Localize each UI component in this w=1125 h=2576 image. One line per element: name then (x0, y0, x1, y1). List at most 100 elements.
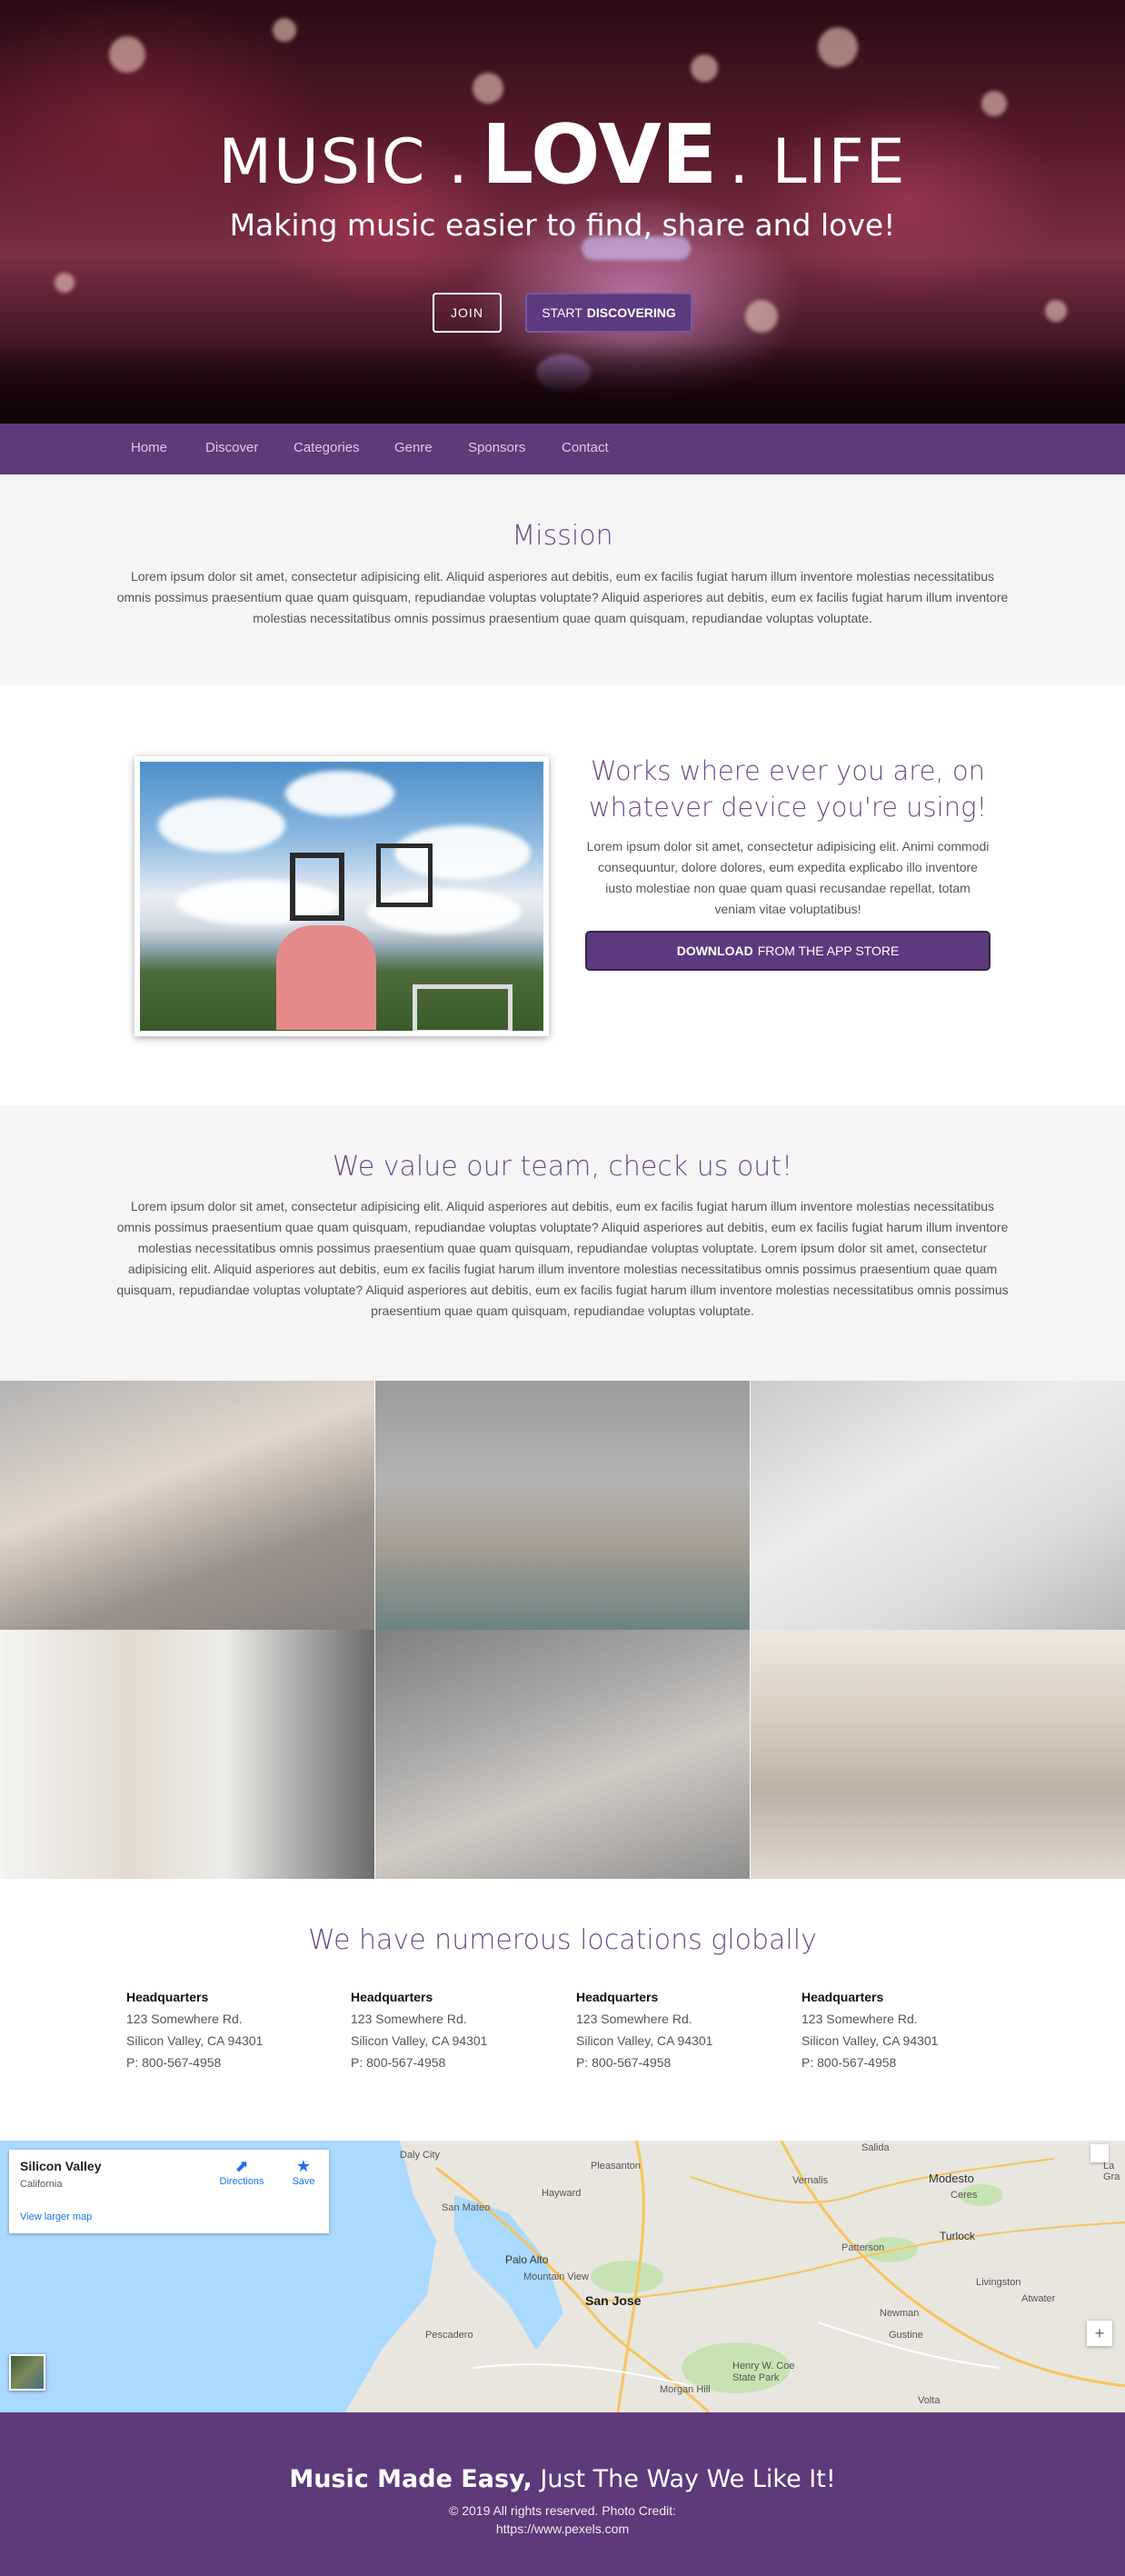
bokeh-light (1045, 300, 1067, 322)
bokeh-light (55, 273, 75, 293)
picture-frame (290, 853, 344, 921)
footer-rights: © 2019 All rights reserved. Photo Credit… (449, 2503, 676, 2518)
map-place-label: Palo Alto (505, 2253, 549, 2266)
mission-title: Mission (512, 520, 613, 552)
download-rest-label: FROM THE APP STORE (757, 944, 900, 958)
map-place-name: Silicon Valley (20, 2159, 102, 2173)
embedded-map[interactable]: Daly City Pleasanton Salida Modesto La G… (0, 2141, 1125, 2412)
nav-home[interactable]: Home (131, 440, 167, 455)
nav-categories[interactable]: Categories (294, 440, 360, 455)
main-nav: Home Discover Categories Genre Sponsors … (0, 424, 1125, 474)
location-phone: P: 800-567-4958 (126, 2055, 222, 2070)
footer-text: © 2019 All rights reserved. Photo Credit… (0, 2501, 1125, 2538)
start-label: START (542, 305, 582, 320)
location-street: 123 Somewhere Rd. (801, 2012, 918, 2026)
footer: Music Made Easy, Just The Way We Like It… (0, 2412, 1125, 2576)
works-text: Lorem ipsum dolor sit amet, consectetur … (586, 839, 990, 916)
crowd-silhouette (0, 342, 1125, 424)
meeting-photo (375, 1381, 750, 1630)
map-info-card: Silicon Valley California ⬈ Directions ★… (9, 2150, 329, 2233)
team-photo-grid (0, 1381, 1125, 1879)
boxing-couple-photo (0, 1630, 374, 1879)
nav-sponsors[interactable]: Sponsors (468, 440, 525, 455)
bokeh-light (109, 36, 145, 73)
highway (581, 2222, 1125, 2305)
locations-title: We have numerous locations globally (308, 1924, 817, 1956)
map-place-label: Vernalis (792, 2175, 829, 2186)
directions-button[interactable]: ⬈ Directions (214, 2157, 269, 2187)
footer-heading-rest: Just The Way We Like It! (540, 2465, 836, 2493)
team-section: We value our team, check us out! Lorem i… (0, 1105, 1125, 1381)
location-street: 123 Somewhere Rd. (576, 2012, 692, 2026)
location-name: Headquarters (126, 1990, 209, 2004)
fullscreen-icon[interactable] (1090, 2144, 1109, 2162)
map-place-label: San Mateo (442, 2202, 491, 2213)
hero-title: MUSIC . LOVE . LIFE (0, 107, 1125, 203)
team-title: We value our team, check us out! (332, 1151, 793, 1183)
location-card: Headquarters 123 Somewhere Rd. Silicon V… (351, 1986, 560, 2073)
location-phone: P: 800-567-4958 (351, 2055, 446, 2070)
map-place-label: Morgan Hill (660, 2384, 711, 2395)
map-place-label: San Jose (585, 2293, 642, 2308)
bokeh-light (473, 73, 503, 104)
location-card: Headquarters 123 Somewhere Rd. Silicon V… (801, 1986, 1011, 2073)
laptop-outline (413, 984, 513, 1031)
location-city: Silicon Valley, CA 94301 (801, 2033, 939, 2048)
hero-tagline: Making music easier to find, share and l… (229, 207, 896, 243)
road (472, 2363, 692, 2387)
map-place-label: Salida (861, 2142, 890, 2153)
hero-section: MUSIC . LOVE . LIFE Making music easier … (0, 0, 1125, 424)
mission-text: Lorem ipsum dolor sit amet, consectetur … (116, 569, 1009, 625)
map-place-region: California (20, 2179, 63, 2190)
hero-title-bold: LOVE (481, 107, 718, 203)
map-place-label: Hayward (542, 2188, 582, 2199)
desk-papers-photo (751, 1381, 1125, 1630)
map-place-label: Newman (880, 2308, 920, 2319)
start-discovering-button[interactable]: START DISCOVERING (525, 293, 692, 333)
bokeh-light (273, 18, 296, 42)
directions-icon: ⬈ (234, 2157, 249, 2175)
satellite-toggle[interactable] (9, 2354, 45, 2391)
street-musician-photo (751, 1630, 1125, 1879)
picture-frame (376, 844, 433, 907)
location-name: Headquarters (576, 1990, 659, 2004)
nav-genre[interactable]: Genre (394, 440, 433, 455)
map-place-label: Pescadero (425, 2330, 473, 2341)
bokeh-light (745, 300, 778, 333)
map-place-label: Henry W. Coe State Park (732, 2361, 795, 2383)
view-larger-map-link[interactable]: View larger map (20, 2212, 92, 2222)
park (591, 2261, 663, 2293)
location-card: Headquarters 123 Somewhere Rd. Silicon V… (576, 1986, 785, 2073)
location-city: Silicon Valley, CA 94301 (351, 2033, 488, 2048)
map-place-label: Pleasanton (591, 2161, 642, 2172)
mission-section: Mission Lorem ipsum dolor sit amet, cons… (0, 474, 1125, 685)
footer-heading-bold: Music Made Easy, (289, 2465, 533, 2493)
location-city: Silicon Valley, CA 94301 (126, 2033, 264, 2048)
map-place-label: Ceres (951, 2190, 978, 2201)
nav-contact[interactable]: Contact (562, 440, 609, 455)
street-crowd-photo (0, 1381, 374, 1630)
map-place-label: Patterson (841, 2242, 885, 2253)
location-city: Silicon Valley, CA 94301 (576, 2033, 713, 2048)
location-phone: P: 800-567-4958 (801, 2055, 897, 2070)
bokeh-light (818, 27, 858, 67)
locations-section: We have numerous locations globally Head… (0, 1879, 1125, 2141)
photo-scene (140, 762, 543, 1031)
map-place-label: Atwater (1021, 2293, 1056, 2304)
download-bold-label: DOWNLOAD (676, 944, 753, 958)
map-place-label: Gustine (889, 2330, 923, 2341)
map-place-label: Daly City (400, 2150, 441, 2161)
location-phone: P: 800-567-4958 (576, 2055, 672, 2070)
footer-credit-link[interactable]: https://www.pexels.com (0, 2520, 1125, 2538)
works-section: Works where ever you are, on whatever de… (0, 685, 1125, 1105)
map-place-label: Livingston (976, 2277, 1021, 2288)
nav-discover[interactable]: Discover (205, 440, 258, 455)
location-street: 123 Somewhere Rd. (351, 2012, 467, 2026)
person-figure (276, 925, 376, 1030)
zoom-in-icon[interactable]: + (1087, 2321, 1112, 2346)
save-button[interactable]: ★ Save (285, 2157, 322, 2187)
map-place-label: Turlock (940, 2230, 975, 2242)
join-button[interactable]: JOIN (433, 293, 502, 333)
download-app-button[interactable]: DOWNLOAD FROM THE APP STORE (585, 931, 991, 971)
map-place-label: Mountain View (523, 2271, 589, 2282)
